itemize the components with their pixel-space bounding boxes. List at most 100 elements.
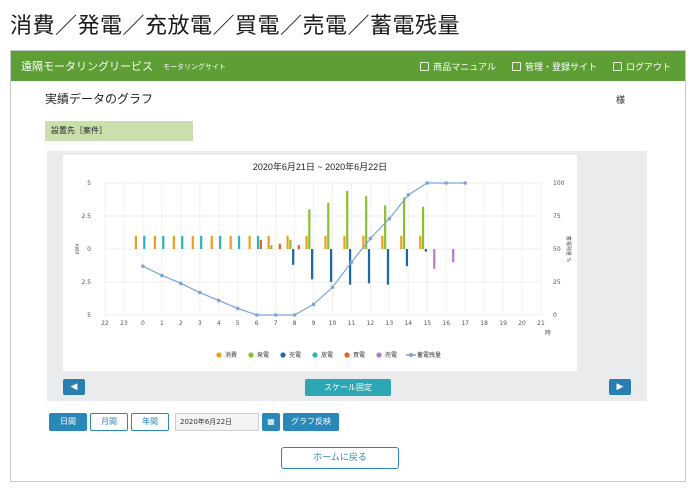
battery-level-point — [330, 285, 335, 290]
top-navigation-bar: 遠隔モータリングリービス モータリングサイト 商品マニュアル 管理・登録サイト … — [11, 51, 685, 81]
x-tick-label: 6 — [255, 320, 259, 327]
battery-level-point — [254, 313, 259, 317]
battery-level-point — [179, 281, 183, 286]
x-tick-label: 20 — [518, 320, 526, 327]
tab-daily[interactable]: 日間 — [49, 413, 87, 431]
x-tick-label: 0 — [141, 320, 145, 327]
bar-放電 — [200, 235, 203, 249]
x-tick-label: 19 — [499, 320, 507, 327]
nav-logout-label: ログアウト — [625, 62, 671, 73]
y-left-tick-label: 2.5 — [81, 213, 91, 220]
x-tick-label: 21 — [537, 320, 545, 327]
battery-level-point — [235, 306, 240, 311]
bar-発電 — [270, 245, 273, 249]
legend-label: 買電 — [353, 352, 365, 359]
nav-manual-link[interactable]: 商品マニュアル — [420, 60, 496, 73]
y-right-tick-label: 100 — [553, 180, 565, 187]
y-left-tick-label: 5 — [87, 180, 91, 187]
bar-放電 — [162, 235, 165, 249]
bar-発電 — [403, 197, 406, 249]
bar-売電 — [433, 249, 436, 269]
top-nav-links: 商品マニュアル 管理・登録サイト ログアウト — [420, 60, 671, 73]
y-left-tick-label: 5 — [87, 312, 91, 319]
bar-買電 — [278, 243, 281, 249]
battery-level-point — [216, 298, 221, 303]
prev-button[interactable]: ◀ — [63, 379, 85, 395]
legend-marker — [280, 352, 286, 358]
battery-level-point — [141, 264, 145, 268]
bar-発電 — [421, 206, 425, 249]
bar-消費 — [400, 235, 403, 249]
bar-充電 — [405, 249, 409, 267]
x-tick-label: 18 — [480, 320, 488, 327]
y-right-tick-label: 75 — [553, 213, 561, 220]
chart-title: 2020年6月21日 ~ 2020年6月22日 — [253, 161, 387, 172]
x-tick-label: 12 — [367, 320, 375, 327]
bar-発電 — [346, 190, 349, 249]
battery-level-point — [387, 216, 392, 221]
x-tick-label: 17 — [461, 320, 469, 327]
bar-買電 — [297, 245, 300, 249]
bar-発電 — [384, 205, 387, 249]
legend-label: 消費 — [225, 351, 237, 359]
calendar-icon[interactable]: ▦ — [262, 413, 280, 431]
bar-放電 — [256, 235, 260, 249]
legend-label: 放電 — [321, 351, 333, 359]
battery-level-point — [463, 181, 467, 185]
bar-放電 — [219, 235, 222, 249]
bar-充電 — [311, 249, 314, 280]
x-tick-label: 9 — [312, 320, 316, 327]
y-right-tick-label: 0 — [553, 312, 557, 319]
legend-label: 売電 — [385, 351, 397, 359]
x-tick-label: 11 — [348, 320, 356, 327]
logout-icon — [612, 61, 622, 71]
bar-充電 — [424, 249, 427, 252]
bar-消費 — [267, 235, 270, 249]
y-left-axis-label: kWh — [75, 243, 81, 254]
x-tick-label: 16 — [442, 320, 450, 327]
next-button[interactable]: ▶ — [609, 379, 631, 395]
chart-area: 2020年6月21日 ~ 2020年6月22日 5 2.5 0 2.5 5 100 75 50 2… — [63, 155, 577, 371]
x-tick-label: 4 — [217, 320, 221, 327]
x-tick-label: 15 — [423, 320, 431, 327]
bar-消費 — [381, 235, 384, 249]
apply-graph-button[interactable]: グラフ反映 — [283, 413, 339, 431]
x-tick-label: 13 — [386, 320, 394, 327]
bar-放電 — [181, 235, 184, 249]
tab-monthly[interactable]: 月間 — [90, 413, 128, 431]
home-button[interactable]: ホームに戻る — [281, 447, 399, 469]
legend-marker — [376, 352, 382, 358]
y-right-tick-label: 50 — [553, 246, 561, 253]
x-tick-label: 22 — [101, 320, 109, 327]
bar-消費 — [210, 235, 213, 249]
y-right-axis-label: 蓄電残量 % — [565, 236, 572, 263]
section-title: 実績データのグラフ — [45, 92, 154, 106]
scale-fix-button[interactable]: スケール固定 — [305, 379, 391, 396]
battery-level-point — [425, 181, 430, 185]
chart-panel: 2020年6月21日 ~ 2020年6月22日 5 2.5 0 2.5 5 100 75 50 2… — [47, 151, 647, 401]
nav-logout-link[interactable]: ログアウト — [612, 60, 671, 73]
x-tick-label: 1 — [160, 320, 164, 327]
bar-買電 — [259, 239, 262, 249]
nav-admin-link[interactable]: 管理・登録サイト — [511, 60, 597, 73]
bar-消費 — [324, 235, 327, 249]
bar-発電 — [289, 239, 292, 249]
date-field[interactable]: 2020年6月22日 — [175, 413, 259, 431]
nav-admin-label: 管理・登録サイト — [524, 62, 597, 73]
bar-発電 — [308, 209, 311, 249]
bar-消費 — [191, 235, 194, 249]
bar-消費 — [153, 235, 156, 249]
site-title[interactable]: 遠隔モータリングリービス — [21, 58, 153, 74]
battery-level-point — [406, 193, 411, 197]
bar-消費 — [248, 235, 251, 249]
book-icon — [420, 61, 430, 71]
bar-充電 — [329, 249, 333, 282]
bar-消費 — [172, 235, 175, 249]
y-left-tick-label: 2.5 — [81, 279, 91, 286]
legend-marker — [248, 352, 254, 358]
x-axis-unit: 時 — [545, 329, 551, 337]
legend-marker — [312, 352, 318, 358]
user-label: 様 — [615, 96, 625, 106]
tab-yearly[interactable]: 年間 — [131, 413, 169, 431]
bar-充電 — [367, 249, 371, 284]
